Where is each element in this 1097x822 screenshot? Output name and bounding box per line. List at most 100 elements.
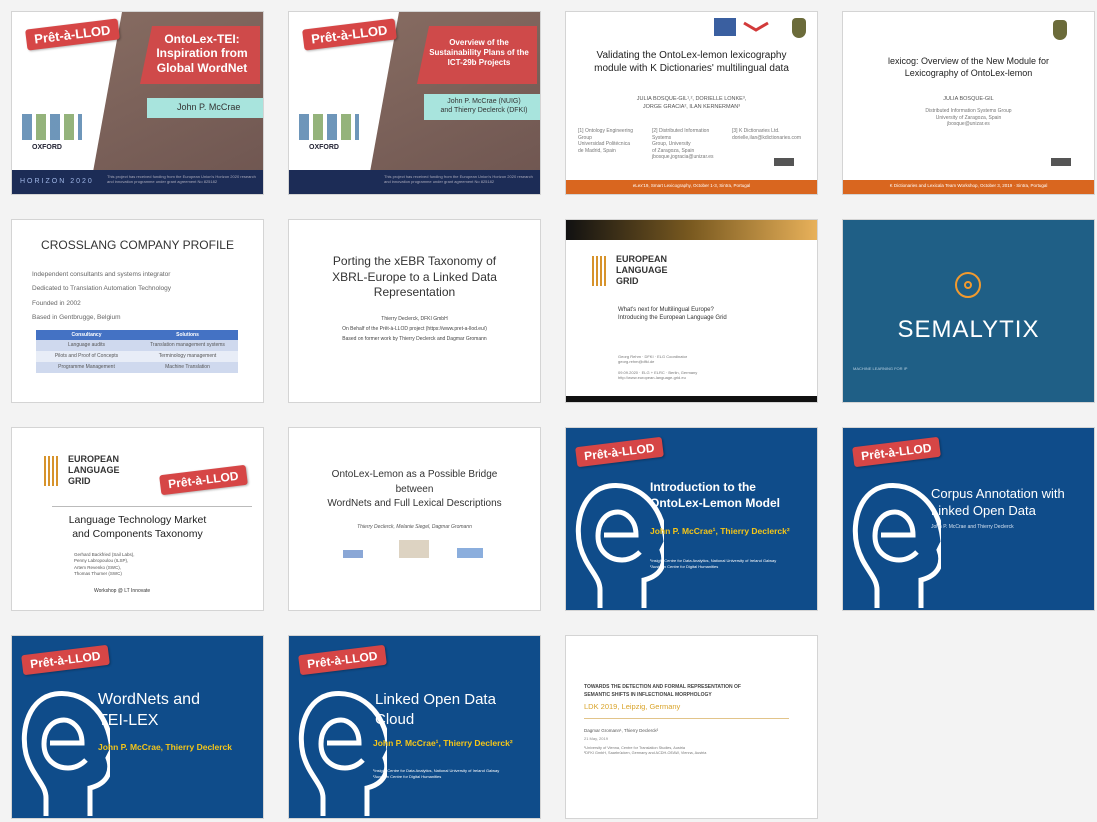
slide-author: JULIA BOSQUE-GIL — [943, 96, 994, 102]
slide-thumbnail[interactable]: TOWARDS THE DETECTION AND FORMAL REPRESE… — [566, 636, 817, 818]
slide-thumbnail[interactable]: Prêt-à-LLOD OntoLex-TEI: Inspiration fro… — [12, 12, 263, 194]
slide-author-line: Thierry Declerck, DFKI GmbH — [381, 316, 448, 322]
slide-title: Introduction to the OntoLex-Lemon Model — [650, 480, 780, 510]
slide-thumbnail[interactable]: SEMALYTIX MACHINE LEARNING FOR IP — [843, 220, 1094, 402]
pret-a-llod-ribbon: Prêt-à-LLOD — [852, 436, 941, 468]
slide-author: John P. McCrae¹, Thierry Declerck² — [650, 526, 790, 536]
divider — [52, 506, 252, 507]
slide-title: OntoLex-TEI: Inspiration from Global Wor… — [156, 32, 248, 75]
pret-a-llod-ribbon: Prêt-à-LLOD — [159, 464, 248, 496]
funding-note: This project has received funding from t… — [384, 174, 533, 185]
footer-text: eLex'19, Smart Lexicography, October 1-3… — [632, 183, 751, 188]
slide-authors: Thierry Declerck, Melanie Siegel, Dagmar… — [357, 524, 472, 530]
header-band — [566, 220, 817, 240]
funding-note: This project has received funding from t… — [107, 174, 256, 185]
slide-author: John P. McCrae¹, Thierry Declerck² — [373, 738, 513, 748]
slide-title: Validating the OntoLex-lemon lexicograph… — [594, 50, 789, 74]
table-header-cell: Consultancy — [71, 332, 102, 338]
event-line: LDK 2019, Leipzig, Germany — [584, 702, 681, 711]
affiliation-1: [1] Ontology Engineering Group Universid… — [578, 128, 634, 154]
slide-thumbnail[interactable]: lexicog: Overview of the New Module for … — [843, 12, 1094, 194]
slide-thumbnail[interactable]: EUROPEAN LANGUAGE GRID Prêt-à-LLOD Langu… — [12, 428, 263, 610]
slide-subtitle: What's next for Multilingual Europe? Int… — [618, 307, 727, 322]
slide-thumbnail[interactable]: Prêt-à-LLOD Corpus Annotation with Linke… — [843, 428, 1094, 610]
slide-title: TOWARDS THE DETECTION AND FORMAL REPRESE… — [584, 684, 741, 698]
table-cell: Machine Translation — [165, 364, 210, 370]
table-row: Programme Management Machine Translation — [36, 362, 238, 373]
brand-tagline: MACHINE LEARNING FOR IP — [853, 366, 908, 371]
event-line: Workshop @ LT Innovate — [94, 588, 151, 594]
slide-authors: Dagmar Gromann¹, Thierry Declerck² — [584, 728, 659, 733]
slide-thumbnail[interactable]: Prêt-à-LLOD WordNets and TEI-LEX John P.… — [12, 636, 263, 818]
slide-author: John P. McCrae and Thierry Declerck — [931, 524, 1014, 530]
slide-title: Linked Open Data Cloud — [375, 691, 496, 728]
slide-author: John P. McCrae, Thierry Declerck — [98, 742, 233, 752]
university-crest-icon — [1053, 20, 1067, 40]
elg-logo-text: EUROPEAN LANGUAGE GRID — [616, 254, 668, 286]
table-row: Pilots and Proof of Concepts Terminology… — [36, 351, 238, 362]
table-cell: Translation management systems — [150, 342, 225, 348]
affiliation-2: [2] Distributed Information Systems Grou… — [652, 128, 714, 160]
bullet-item: Independent consultants and systems inte… — [32, 271, 171, 278]
slide-title: OntoLex-Lemon as a Possible Bridge betwe… — [327, 469, 502, 509]
bullet-list: Independent consultants and systems inte… — [32, 268, 171, 325]
university-crest-icon — [792, 18, 806, 38]
table-cell: Language audits — [68, 342, 105, 348]
project-line: On Behalf of the Prêt-à-LLOD project (ht… — [342, 326, 487, 332]
cc-license-icon — [774, 158, 794, 166]
slide-thumbnail[interactable]: Validating the OntoLex-lemon lexicograph… — [566, 12, 817, 194]
slide-title: Overview of the Sustainability Plans of … — [429, 38, 529, 67]
speaker-info: Georg Rehm · DFKI · ELG Coordinator geor… — [618, 354, 698, 380]
table-header: Consultancy Solutions — [36, 330, 238, 340]
head-outline-icon — [298, 690, 387, 816]
elg-logo-text: EUROPEAN LANGUAGE GRID — [68, 454, 120, 486]
slide-authors: JULIA BOSQUE-GIL¹,², DORIELLE LONKE³, JO… — [636, 96, 747, 110]
slide-title: WordNets and TEI-LEX — [98, 691, 200, 729]
institution-logo — [714, 18, 736, 36]
slide-title: Language Technology Market and Component… — [68, 514, 207, 540]
table-cell: Programme Management — [58, 364, 115, 370]
slide-title: lexicog: Overview of the New Module for … — [887, 56, 1050, 78]
bullet-item: Dedicated to Translation Automation Tech… — [32, 285, 171, 293]
hochschule-logo — [399, 540, 429, 558]
slide-thumbnail[interactable]: OntoLex-Lemon as a Possible Bridge betwe… — [289, 428, 540, 610]
slide-authors: Gerhard Backfried (Sail Labs), Penny Lab… — [74, 552, 135, 576]
logo-inner-circle — [964, 281, 972, 289]
oxford-logo: OXFORD — [309, 144, 339, 151]
slide-thumbnail[interactable]: EUROPEAN LANGUAGE GRID What's next for M… — [566, 220, 817, 402]
table-cell: Terminology management — [158, 353, 217, 359]
h2020-logo: HORIZON 2020 — [20, 178, 94, 185]
former-work-line: Based on former work by Thierry Declerck… — [342, 336, 487, 342]
semalytix-logo-icon — [955, 272, 981, 298]
table-row: Language audits Translation management s… — [36, 340, 238, 351]
affiliation: ¹Insight Centre for Data Analytics, Nati… — [373, 768, 500, 779]
bullet-item: Founded in 2002 — [32, 299, 81, 307]
slide-thumbnail[interactable]: Prêt-à-LLOD Linked Open Data Cloud John … — [289, 636, 540, 818]
slide-title: Corpus Annotation with Linked Open Data — [931, 486, 1065, 518]
slide-thumbnail[interactable]: Prêt-à-LLOD Overview of the Sustainabili… — [289, 12, 540, 194]
slide-date: 21 May, 2019 — [584, 736, 608, 741]
partner-logos — [22, 114, 82, 140]
head-outline-icon — [21, 690, 110, 816]
slide-author: John P. McCrae — [177, 102, 241, 112]
dfki-logo — [343, 550, 363, 558]
elg-logo-icon — [592, 256, 608, 286]
elg-logo-icon — [44, 456, 60, 486]
affiliation: ¹Insight Centre for Data Analytics, Nati… — [650, 558, 777, 569]
slide-thumbnail[interactable]: Prêt-à-LLOD Introduction to the OntoLex-… — [566, 428, 817, 610]
pret-a-llod-ribbon: Prêt-à-LLOD — [575, 436, 664, 468]
head-outline-icon — [852, 482, 941, 608]
pret-a-llod-ribbon: Prêt-à-LLOD — [298, 644, 387, 676]
slide-thumbnail[interactable]: Porting the xEBR Taxonomy of XBRL-Europe… — [289, 220, 540, 402]
slide-thumbnail[interactable]: CROSSLANG COMPANY PROFILE Independent co… — [12, 220, 263, 402]
pret-a-llod-ribbon: Prêt-à-LLOD — [21, 644, 110, 676]
table-header-cell: Solutions — [176, 332, 199, 338]
divider — [584, 718, 789, 719]
k-dictionaries-logo — [742, 20, 770, 34]
bullet-item: Based in Gentbrugge, Belgium — [32, 313, 121, 321]
affiliation: ¹University of Vienna, Centre for Transl… — [584, 746, 707, 755]
slide-title: CROSSLANG COMPANY PROFILE — [41, 238, 234, 252]
affiliation: Distributed Information Systems Group Un… — [925, 108, 1012, 127]
services-table: Consultancy Solutions Language audits Tr… — [36, 330, 238, 373]
affiliation-3: [3] K Dictionaries Ltd. dorielle,ilan@kd… — [732, 128, 801, 141]
